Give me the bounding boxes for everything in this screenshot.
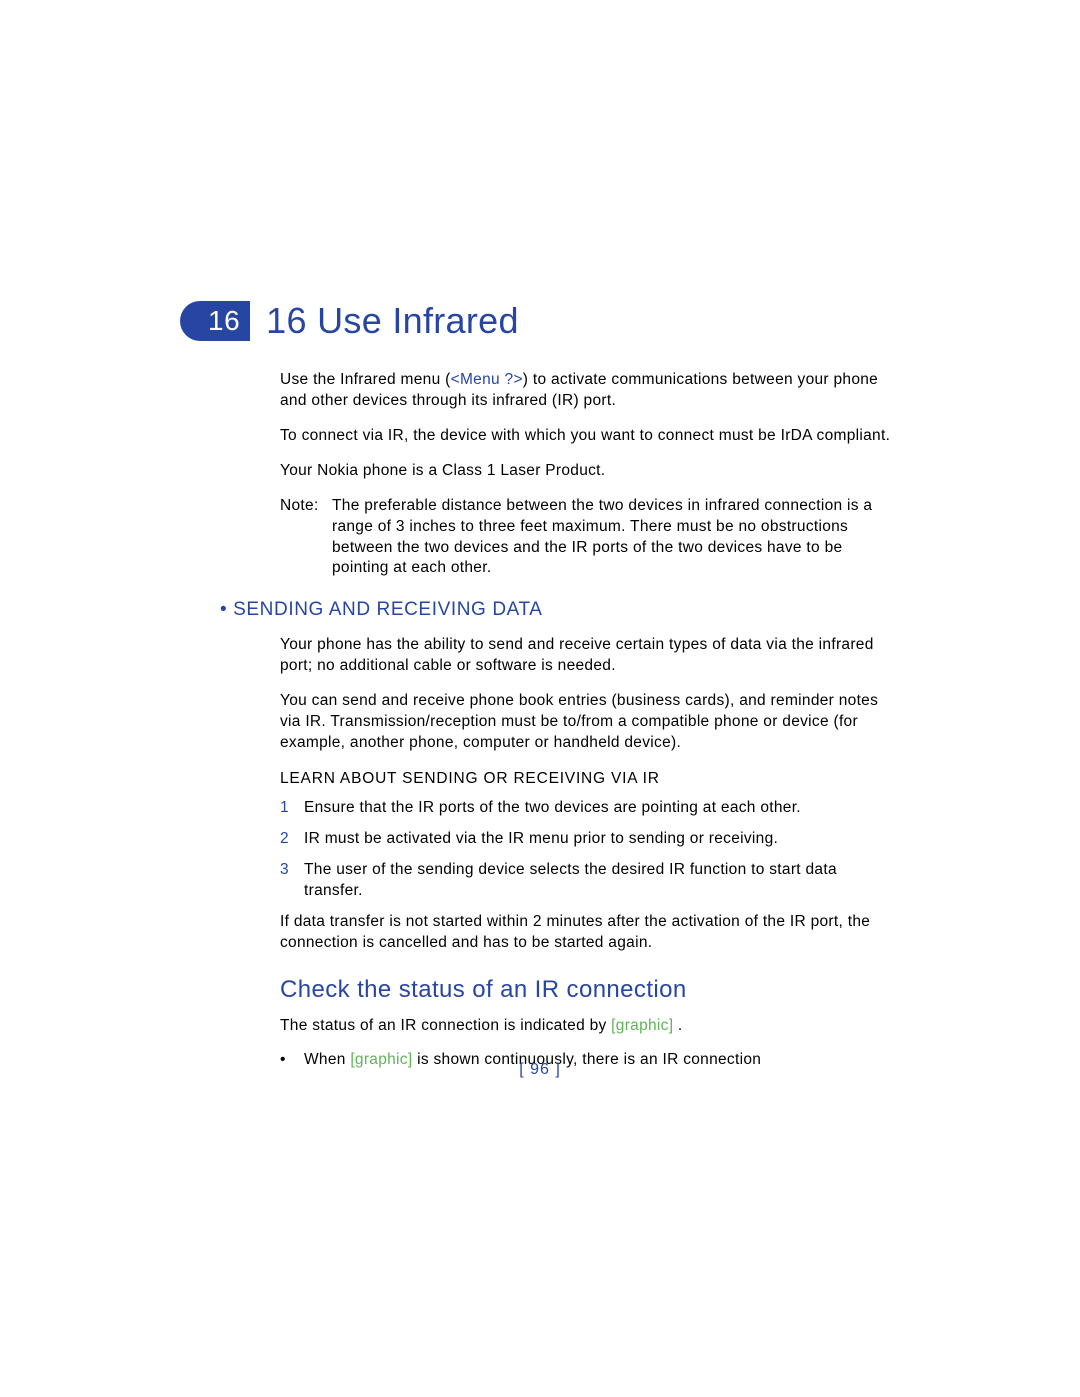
item-number: 3 [280,860,304,902]
section-heading-sending: • SENDING AND RECEIVING DATA [240,599,900,621]
subheading-check-status: Check the status of an IR connection [280,976,900,1004]
intro-p3: Your Nokia phone is a Class 1 Laser Prod… [280,461,900,482]
status-before: The status of an IR connection is indica… [280,1017,611,1034]
chapter-header: 16 16 Use Infrared [180,300,900,342]
list-item: 1 Ensure that the IR ports of the two de… [280,798,900,819]
list-item: 2 IR must be activated via the IR menu p… [280,829,900,850]
page-number: [ 96 ] [0,1061,1080,1079]
section1-p3: If data transfer is not started within 2… [280,912,900,954]
note-block: Note: The preferable distance between th… [280,496,900,580]
item-number: 2 [280,829,304,850]
item-number: 1 [280,798,304,819]
numbered-list: 1 Ensure that the IR ports of the two de… [280,798,900,902]
item-text: The user of the sending device selects t… [304,860,900,902]
page-content: 16 16 Use Infrared Use the Infrared menu… [180,300,900,1081]
item-text: Ensure that the IR ports of the two devi… [304,798,900,819]
graphic-placeholder: [graphic] [611,1017,673,1034]
list-item: 3 The user of the sending device selects… [280,860,900,902]
intro-p2: To connect via IR, the device with which… [280,426,900,447]
section1-p3-wrap: If data transfer is not started within 2… [280,912,900,954]
section1-body: Your phone has the ability to send and r… [280,635,900,754]
chapter-title: 16 Use Infrared [266,300,519,342]
section1-p1: Your phone has the ability to send and r… [280,635,900,677]
section1-p2: You can send and receive phone book entr… [280,691,900,754]
chapter-tab: 16 [180,301,250,341]
intro-p1: Use the Infrared menu (<Menu ?>) to acti… [280,370,900,412]
status-text: The status of an IR connection is indica… [280,1016,900,1037]
item-text: IR must be activated via the IR menu pri… [304,829,900,850]
intro-p1-before: Use the Infrared menu ( [280,371,451,388]
status-after: . [673,1017,682,1034]
subsection-heading-learn: LEARN ABOUT SENDING OR RECEIVING VIA IR [280,770,900,788]
intro-paragraphs: Use the Infrared menu (<Menu ?>) to acti… [280,370,900,482]
menu-reference: <Menu ?> [451,371,523,388]
note-label: Note: [280,496,332,580]
note-text: The preferable distance between the two … [332,496,900,580]
